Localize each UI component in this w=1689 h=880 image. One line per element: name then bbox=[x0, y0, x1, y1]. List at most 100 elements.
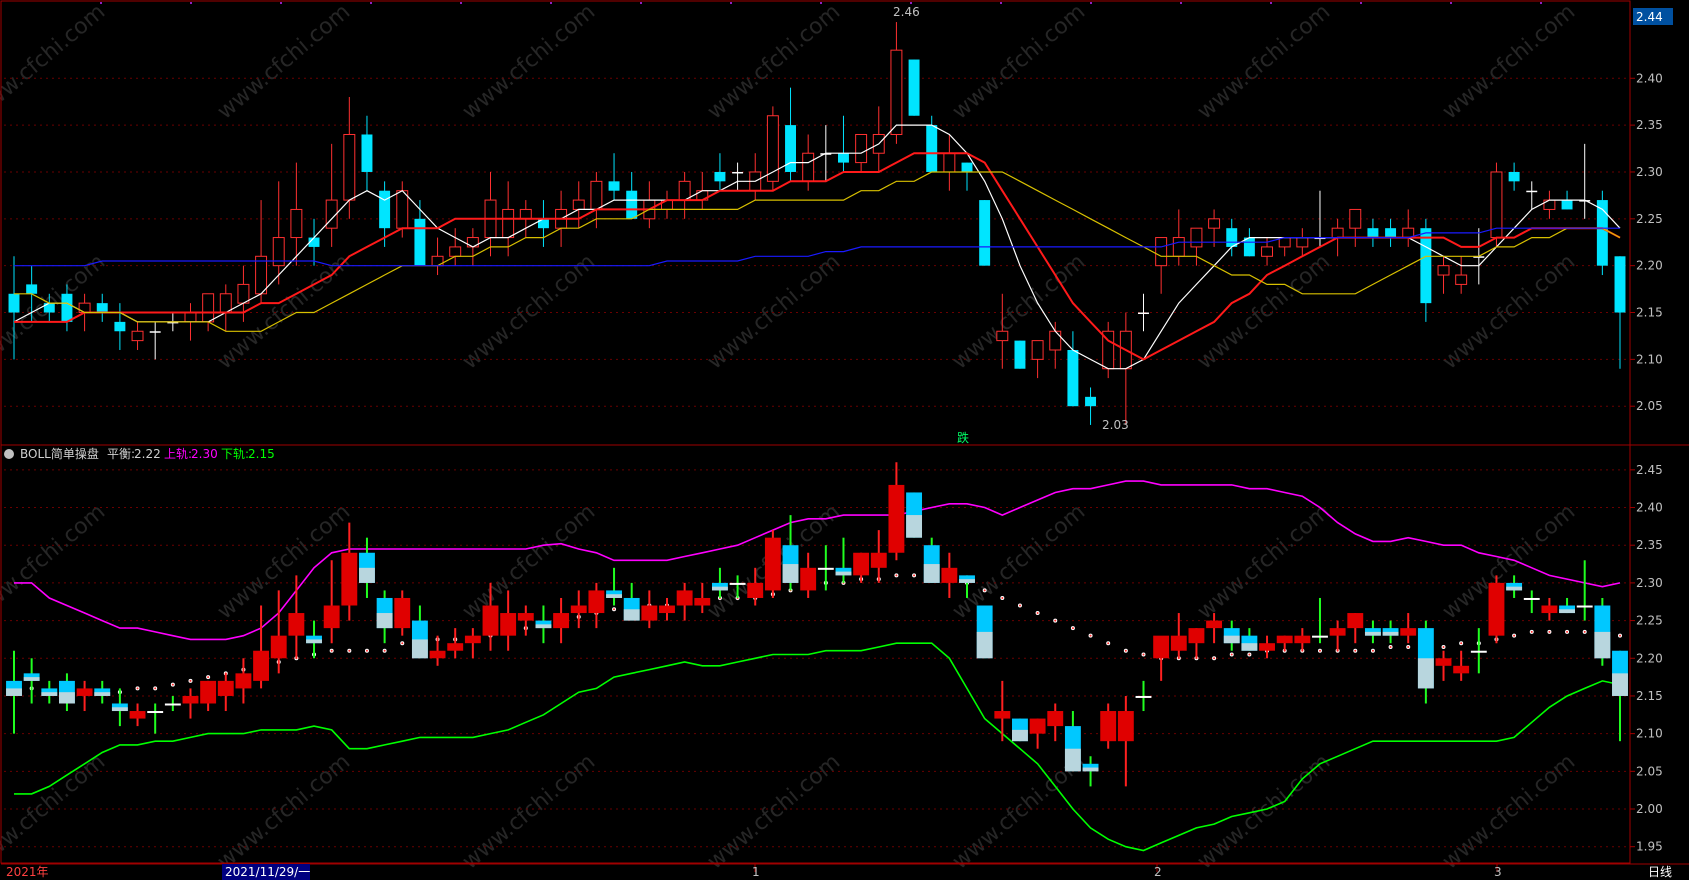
watermark-text: www.cfchi.com bbox=[948, 0, 1090, 125]
top-marker bbox=[640, 2, 642, 4]
boll-mid-dot-core bbox=[983, 589, 986, 592]
high-price-label: 2.46 bbox=[893, 5, 920, 19]
boll-tick-label: 2.40 bbox=[1636, 501, 1663, 515]
candle-body bbox=[1155, 237, 1168, 267]
boll-candle-body bbox=[482, 605, 499, 636]
boll-candle-body bbox=[164, 703, 181, 706]
candle-body bbox=[449, 246, 462, 257]
candle-body bbox=[838, 153, 849, 163]
boll-candle-body bbox=[1400, 628, 1417, 636]
boll-mid-dot-core bbox=[1407, 645, 1410, 648]
boll-mid-dot-core bbox=[136, 687, 139, 690]
candle-body bbox=[1243, 237, 1255, 257]
candle-body bbox=[714, 171, 726, 182]
watermark-text: www.cfchi.com bbox=[1438, 249, 1580, 374]
candle-body bbox=[961, 162, 973, 172]
candle-body bbox=[855, 133, 868, 164]
boll-candle-shade bbox=[376, 613, 393, 629]
watermark-text: www.cfchi.com bbox=[703, 0, 845, 125]
boll-candle-body bbox=[1488, 582, 1505, 636]
boll-candle-shade bbox=[1012, 729, 1028, 742]
boll-mid-dot-core bbox=[1354, 649, 1357, 652]
stock-chart[interactable]: www.cfchi.com www.cfchi.com www.cfchi.com w… bbox=[0, 0, 1689, 880]
watermark-text: www.cfchi.com bbox=[1438, 0, 1580, 125]
indicator-header: BOLL简单操盘 平衡: 2.22 上轨: 2.30 下轨: 2.15 bbox=[4, 446, 275, 461]
boll-candle-shade bbox=[411, 639, 428, 659]
top-marker bbox=[1000, 2, 1002, 4]
boll-candle-shade bbox=[6, 688, 22, 696]
boll-candle-body bbox=[729, 582, 746, 585]
candle-body bbox=[1420, 228, 1432, 304]
boll-mid-dot-core bbox=[1442, 645, 1445, 648]
boll-candle-shade bbox=[959, 579, 975, 583]
top-marker bbox=[1270, 2, 1272, 4]
watermark-text: www.cfchi.com bbox=[0, 0, 110, 125]
candle-body bbox=[414, 218, 426, 266]
top-marker bbox=[730, 2, 732, 4]
watermark-text: www.cfchi.com bbox=[213, 0, 355, 125]
top-marker bbox=[370, 2, 372, 4]
candle-body bbox=[1349, 208, 1362, 229]
top-marker bbox=[550, 2, 552, 4]
price-tick-label: 2.05 bbox=[1636, 399, 1663, 413]
boll-mid-dot-core bbox=[189, 679, 192, 682]
candle-body bbox=[1455, 274, 1468, 285]
boll-mid-dot-core bbox=[1460, 642, 1463, 645]
boll-candle-body bbox=[1312, 635, 1328, 638]
indicator-name: BOLL简单操盘 bbox=[20, 446, 99, 461]
boll-candle-shade bbox=[1506, 586, 1523, 591]
boll-candle-shade bbox=[711, 586, 728, 591]
boll-candle-shade bbox=[1417, 658, 1434, 689]
boll-candle-body bbox=[676, 590, 693, 606]
boll-candle-body bbox=[394, 597, 411, 629]
candle-body bbox=[1331, 227, 1344, 239]
watermark-text: www.cfchi.com bbox=[1193, 0, 1335, 125]
boll-candle-shade bbox=[94, 692, 111, 696]
year-label: 2021年 bbox=[6, 865, 49, 879]
watermark-text: www.cfchi.com bbox=[1438, 749, 1580, 874]
mid-label: 平衡: bbox=[107, 447, 135, 461]
top-marker bbox=[460, 2, 462, 4]
lower-label: 下轨: bbox=[221, 447, 249, 461]
boll-candle-body bbox=[76, 688, 93, 696]
boll-candle-body bbox=[464, 635, 481, 644]
candle-body bbox=[1067, 349, 1079, 407]
candle-body bbox=[1508, 171, 1520, 182]
boll-tick-label: 2.25 bbox=[1636, 614, 1663, 628]
boll-candle-body bbox=[270, 635, 287, 659]
boll-candle-body bbox=[1453, 665, 1470, 674]
candle-body bbox=[26, 284, 38, 294]
signal-label: 跌 bbox=[957, 430, 969, 445]
month-1-label: 1 bbox=[752, 865, 760, 879]
top-marker bbox=[910, 2, 912, 4]
candle-body bbox=[626, 190, 638, 219]
boll-tick-label: 2.35 bbox=[1636, 538, 1663, 552]
boll-mid-dot-core bbox=[1230, 653, 1233, 656]
boll-candle-body bbox=[694, 597, 711, 606]
candle-body bbox=[608, 181, 620, 191]
boll-candle-body bbox=[217, 680, 234, 696]
boll-candle-shade bbox=[359, 567, 375, 583]
candle-body bbox=[219, 293, 232, 314]
boll-axis: 2.45 2.40 2.35 2.30 2.25 2.20 2.15 2.10 2.05 2.00… bbox=[1630, 463, 1663, 854]
candle-body bbox=[1367, 228, 1379, 238]
watermark-text: www.cfchi.com bbox=[0, 749, 110, 874]
watermark-text: www.cfchi.com bbox=[458, 749, 600, 874]
boll-mid-dot-core bbox=[1566, 630, 1569, 633]
price-tick-label: 2.30 bbox=[1636, 165, 1663, 179]
boll-candle-body bbox=[1541, 605, 1558, 614]
collapse-icon[interactable] bbox=[4, 449, 14, 459]
candle-body bbox=[184, 312, 197, 323]
boll-candle-shade bbox=[23, 677, 40, 681]
boll-candle-body bbox=[147, 711, 164, 714]
boll-candle-shade bbox=[111, 707, 128, 712]
boll-candle-shade bbox=[1082, 767, 1099, 772]
price-tick-label: 2.10 bbox=[1636, 352, 1663, 366]
candle-body bbox=[802, 152, 815, 182]
candle-body bbox=[61, 293, 73, 322]
boll-candle-body bbox=[1470, 650, 1487, 653]
candle-body bbox=[908, 59, 920, 116]
boll-candle-body bbox=[1100, 711, 1117, 742]
boll-candle-shade bbox=[1612, 673, 1628, 696]
boll-candle-body bbox=[129, 711, 146, 719]
